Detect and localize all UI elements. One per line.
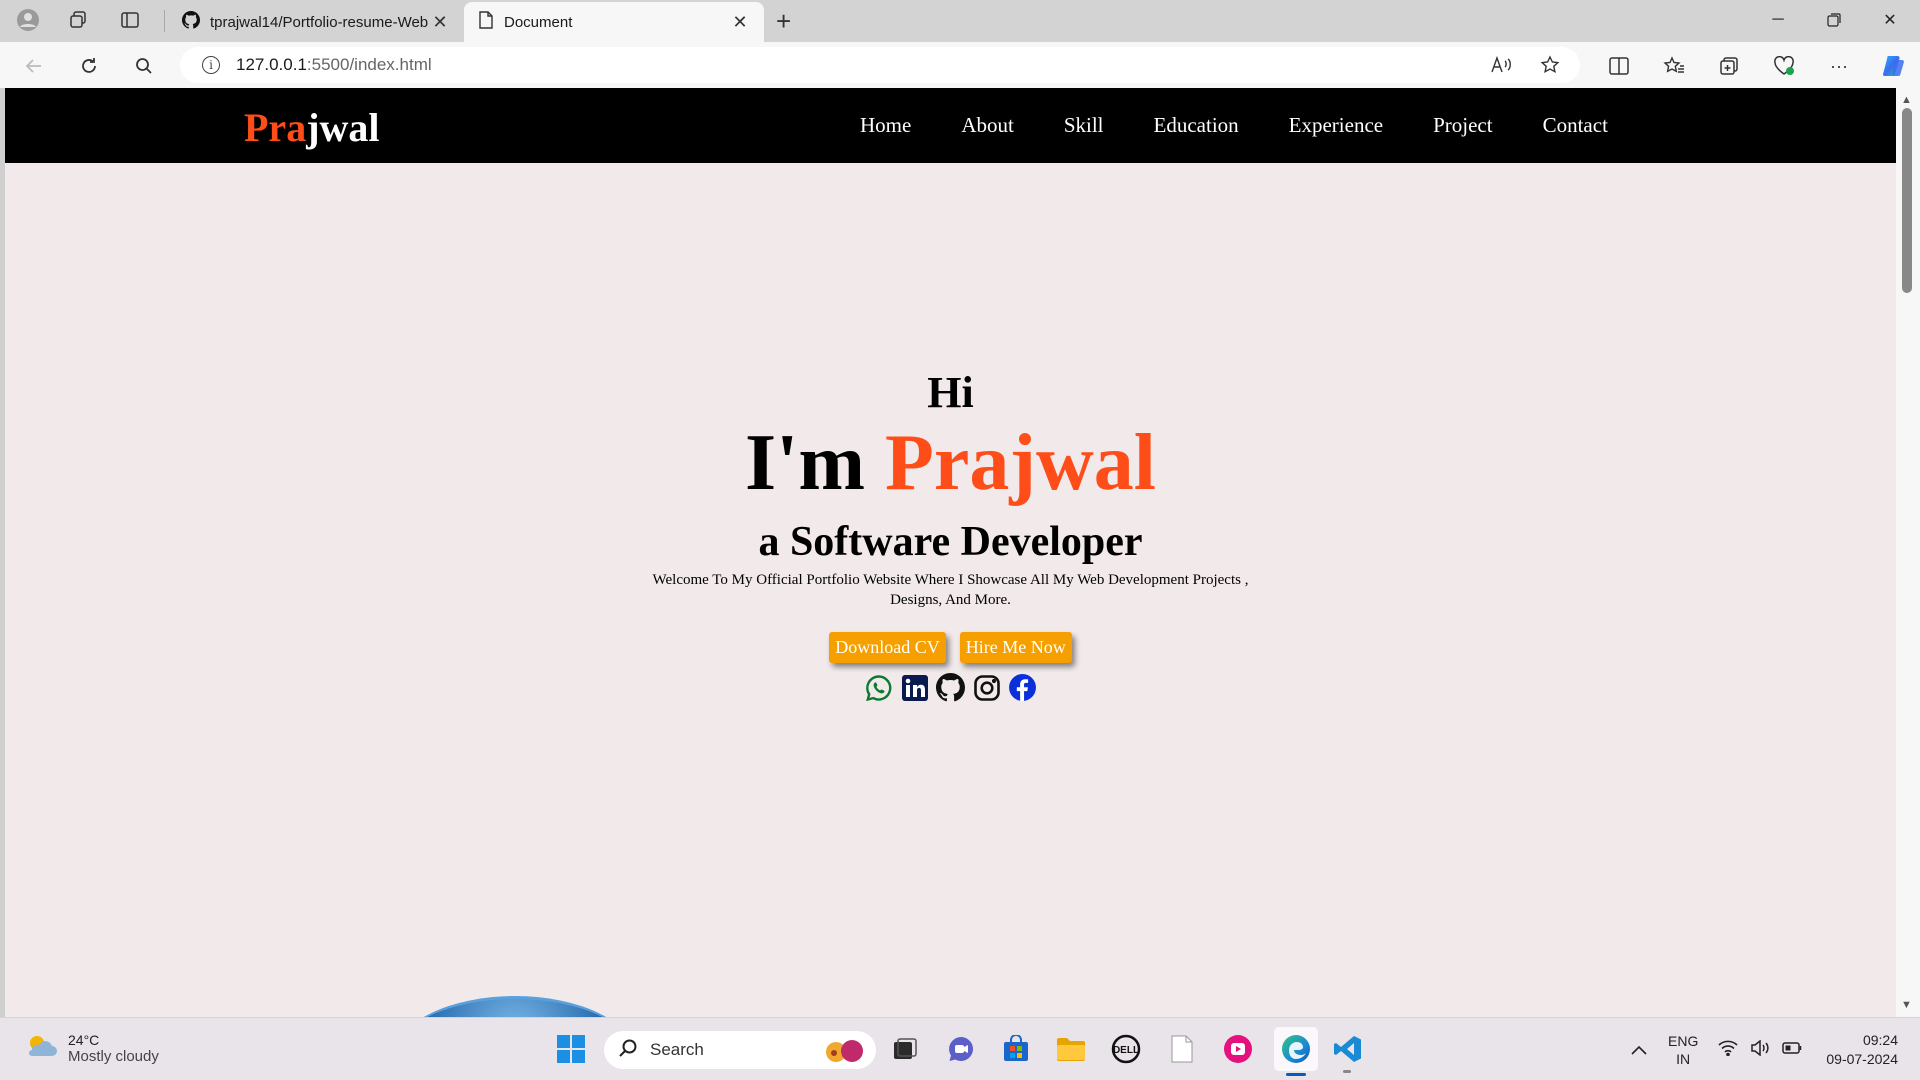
hero-name: I'm Prajwal: [744, 419, 1156, 507]
restore-icon[interactable]: [1806, 0, 1862, 40]
weather-condition: Mostly cloudy: [68, 1048, 159, 1065]
tab-title: Document: [504, 13, 573, 31]
svg-text:DELL: DELL: [1113, 1045, 1139, 1056]
vscode-icon[interactable]: [1329, 1030, 1367, 1073]
close-tab-icon[interactable]: ✕: [730, 12, 750, 33]
hero-greeting: Hi: [927, 368, 974, 417]
page-viewport: Prajwal Home About Skill Education Exper…: [5, 88, 1896, 1017]
search-highlight-icon: [822, 1036, 864, 1069]
read-aloud-icon[interactable]: [1490, 47, 1512, 83]
new-tab-icon[interactable]: +: [776, 6, 791, 37]
github-icon[interactable]: [936, 673, 965, 702]
site-logo[interactable]: Prajwal: [244, 104, 380, 151]
favorites-icon[interactable]: [1656, 48, 1692, 84]
nav-link-about[interactable]: About: [961, 113, 1014, 138]
favorite-star-icon[interactable]: [1540, 47, 1560, 83]
nav-link-experience[interactable]: Experience: [1289, 113, 1383, 138]
hire-me-button[interactable]: Hire Me Now: [959, 632, 1072, 663]
hero-description: Welcome To My Official Portfolio Website…: [652, 572, 1249, 608]
file-explorer-icon[interactable]: [1052, 1030, 1090, 1068]
battery-icon: [1782, 1041, 1802, 1058]
temperature: 24°C: [68, 1032, 100, 1048]
search-placeholder: Search: [650, 1040, 704, 1059]
browser-toolbar: i 127.0.0.1:5500/index.html ···: [0, 42, 1920, 88]
browser-essentials-icon[interactable]: [1766, 48, 1802, 84]
hero-role: a Software Developer: [758, 519, 1143, 565]
microsoft-store-icon[interactable]: [997, 1030, 1035, 1068]
tab-title: tprajwal14/Portfolio-resume-Web: [210, 13, 429, 31]
minimize-icon[interactable]: ─: [1750, 0, 1806, 40]
tab-divider: [164, 10, 165, 32]
close-window-icon[interactable]: ✕: [1862, 0, 1918, 40]
whatsapp-icon[interactable]: [864, 673, 893, 702]
nav-link-contact[interactable]: Contact: [1543, 113, 1608, 138]
close-tab-icon[interactable]: ✕: [430, 12, 450, 33]
url-text: 127.0.0.1:5500/index.html: [236, 55, 432, 74]
start-windows-icon[interactable]: [552, 1030, 590, 1068]
tab-github[interactable]: tprajwal14/Portfolio-resume-Web ✕: [168, 2, 464, 42]
copilot-icon[interactable]: [1876, 48, 1912, 84]
language-indicator[interactable]: ENG IN: [1668, 1018, 1698, 1080]
more-menu-icon[interactable]: ···: [1821, 48, 1857, 84]
blank-document-icon[interactable]: [1163, 1030, 1201, 1068]
search-icon: [618, 1038, 638, 1063]
dell-icon[interactable]: DELL: [1107, 1030, 1145, 1068]
cloudy-weather-icon: [24, 1032, 58, 1065]
task-view-icon[interactable]: [886, 1030, 924, 1068]
nav-link-education[interactable]: Education: [1154, 113, 1239, 138]
browser-tab-bar: tprajwal14/Portfolio-resume-Web ✕ Docume…: [0, 0, 1920, 42]
clock[interactable]: 09:24 09-07-2024: [1818, 1018, 1898, 1080]
workspaces-icon[interactable]: [58, 0, 98, 40]
facebook-icon[interactable]: [1008, 673, 1037, 702]
nav-link-home[interactable]: Home: [860, 113, 911, 138]
tab-document[interactable]: Document ✕: [464, 2, 764, 42]
social-links: [5, 673, 1896, 702]
clock-time: 09:24: [1862, 1031, 1898, 1048]
nav-link-project[interactable]: Project: [1433, 113, 1492, 138]
system-status-icons[interactable]: [1718, 1018, 1802, 1080]
nav-menu: Home About Skill Education Experience Pr…: [860, 88, 1608, 163]
taskbar-search[interactable]: Search: [604, 1031, 876, 1069]
scroll-up-icon[interactable]: ▲: [1901, 94, 1912, 106]
download-cv-button[interactable]: Download CV: [829, 632, 946, 663]
hero-buttons: Download CV Hire Me Now: [5, 632, 1896, 663]
show-hidden-icons[interactable]: [1630, 1018, 1648, 1080]
tab-actions-icon[interactable]: [110, 0, 150, 40]
weather-widget[interactable]: 24°C Mostly cloudy: [24, 1032, 159, 1065]
wifi-icon: [1718, 1040, 1738, 1059]
nav-link-skill[interactable]: Skill: [1064, 113, 1104, 138]
hero-section: Hi I'm Prajwal a Software Developer Welc…: [5, 368, 1896, 702]
address-bar[interactable]: i 127.0.0.1:5500/index.html: [180, 47, 1580, 83]
search-icon[interactable]: [126, 48, 162, 84]
site-info-icon[interactable]: i: [202, 56, 220, 74]
windows-taskbar: 24°C Mostly cloudy Search DELL ENG IN 09…: [0, 1017, 1920, 1080]
back-icon[interactable]: [16, 48, 52, 84]
split-screen-icon[interactable]: [1601, 48, 1637, 84]
profile-image-partial: [395, 996, 635, 1017]
clock-date: 09-07-2024: [1826, 1050, 1898, 1067]
page-icon: [478, 11, 494, 33]
refresh-icon[interactable]: [71, 48, 107, 84]
profile-icon[interactable]: [8, 0, 48, 40]
collections-icon[interactable]: [1711, 48, 1747, 84]
scrollbar-thumb[interactable]: [1902, 108, 1912, 293]
github-icon: [182, 11, 201, 33]
page-scrollbar[interactable]: ▲ ▼: [1896, 88, 1920, 1017]
instagram-icon[interactable]: [972, 673, 1001, 702]
media-app-icon[interactable]: [1219, 1030, 1257, 1068]
linkedin-icon[interactable]: [900, 673, 929, 702]
volume-icon: [1750, 1039, 1770, 1059]
site-navbar: Prajwal Home About Skill Education Exper…: [5, 88, 1896, 163]
edge-browser-icon[interactable]: [1274, 1027, 1318, 1076]
teams-chat-icon[interactable]: [942, 1030, 980, 1068]
scroll-down-icon[interactable]: ▼: [1901, 999, 1912, 1011]
